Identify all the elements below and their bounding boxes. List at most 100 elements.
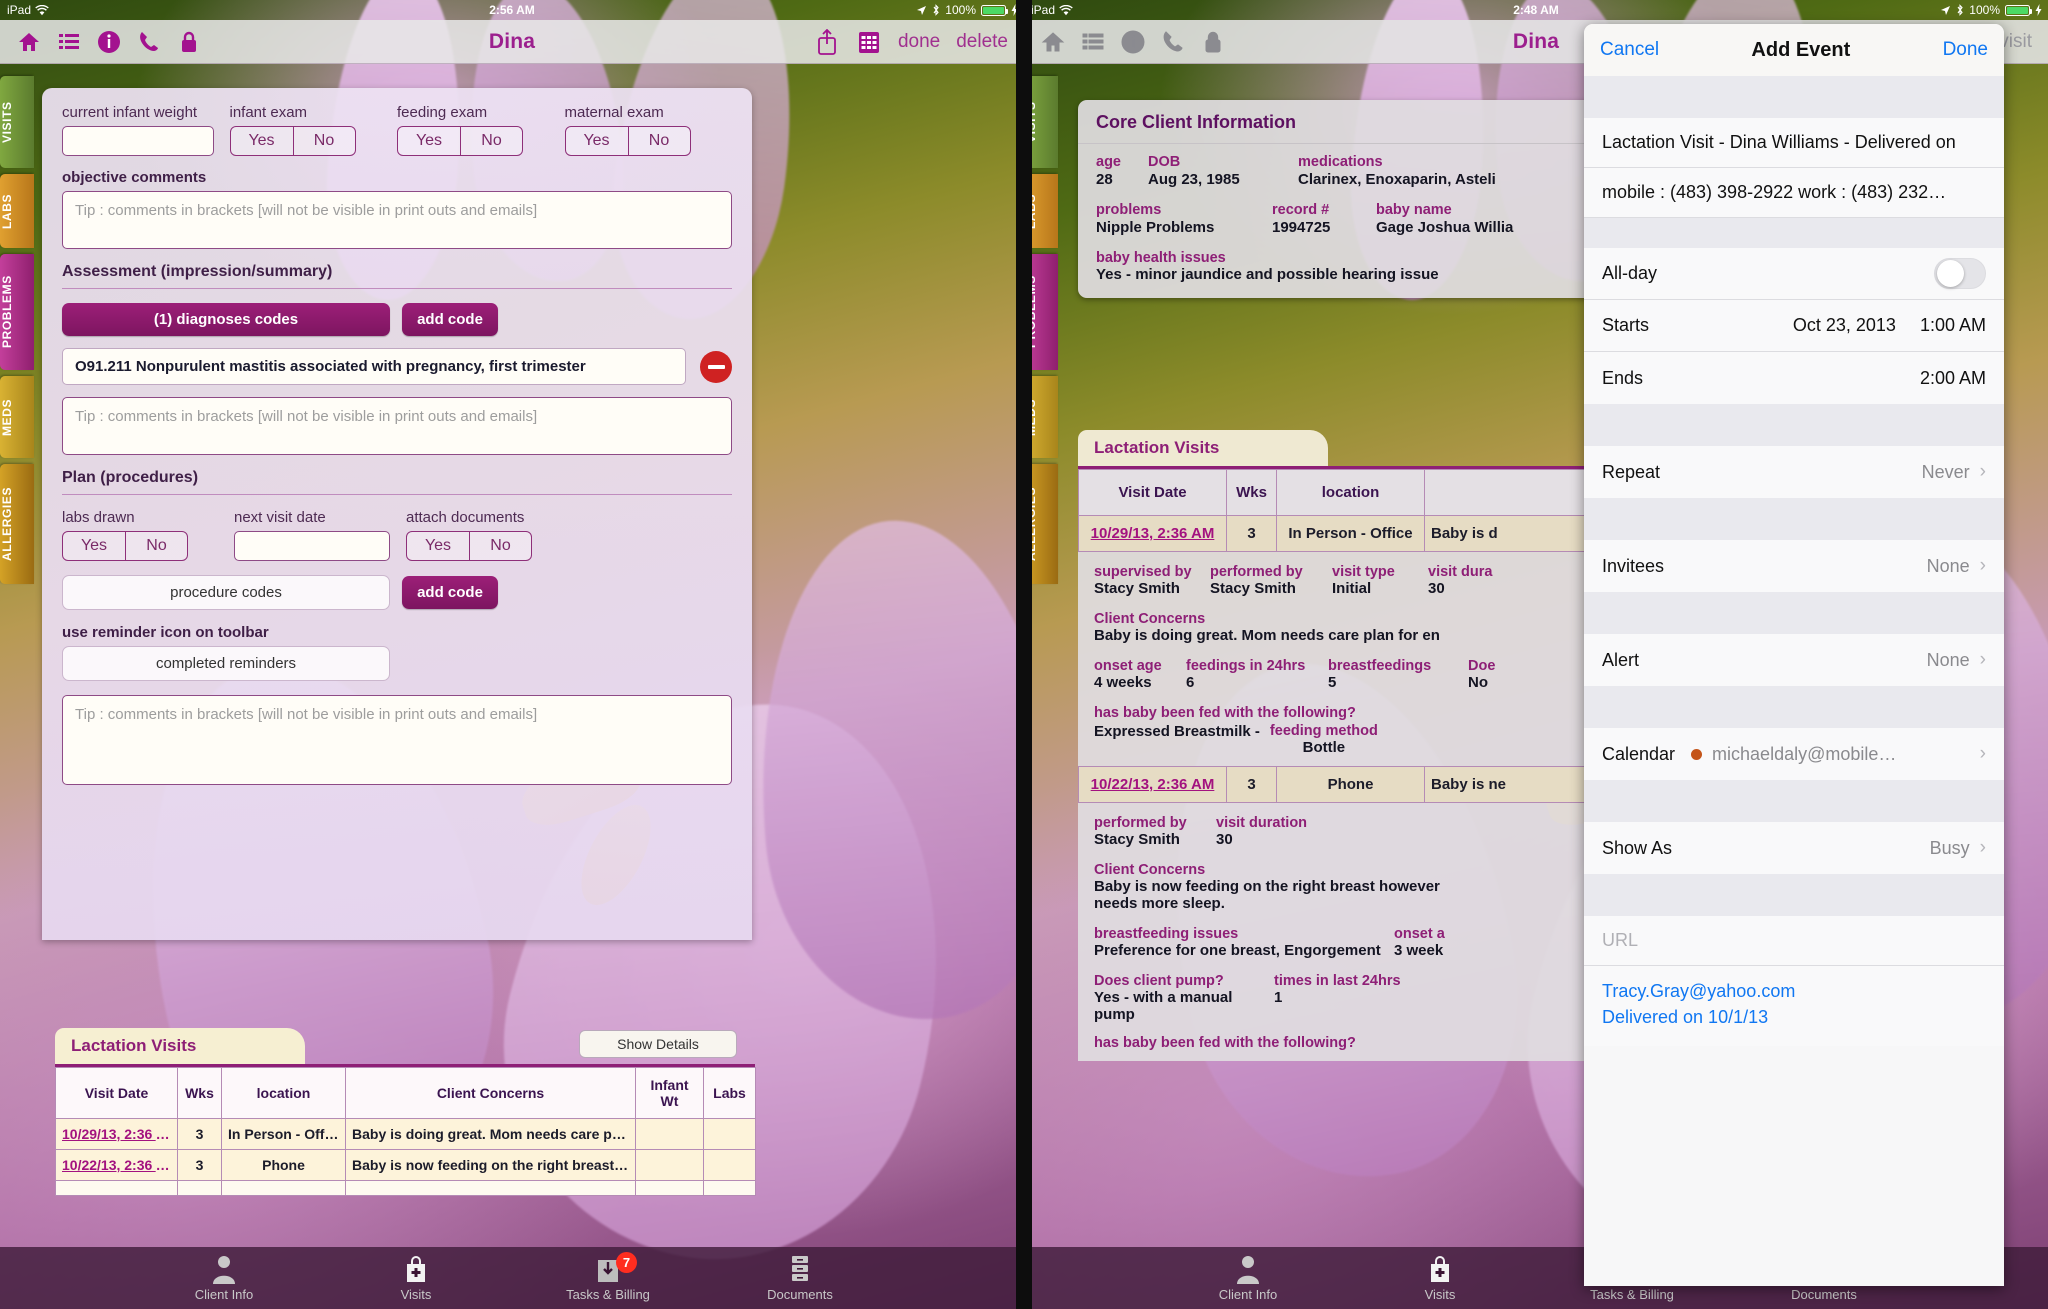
all-day-toggle[interactable] bbox=[1934, 258, 1986, 289]
maternal-exam-toggle[interactable]: Yes No bbox=[564, 126, 691, 156]
visit-date-link[interactable]: 10/29/13, 2:36 AM bbox=[55, 1118, 178, 1150]
notes-field[interactable]: Tracy.Gray@yahoo.com Delivered on 10/1/1… bbox=[1584, 966, 2004, 1046]
infant-exam-no[interactable]: No bbox=[292, 127, 355, 155]
status-bar: iPad 2:48 AM 100% bbox=[1024, 0, 2048, 20]
diagnosis-code-value[interactable]: O91.211 Nonpurulent mastitis associated … bbox=[62, 348, 686, 385]
tab-client-info[interactable]: Client Info bbox=[1188, 1254, 1308, 1302]
ends-row[interactable]: Ends 2:00 AM bbox=[1584, 352, 2004, 404]
labs-drawn-toggle[interactable]: Yes No bbox=[62, 531, 188, 561]
all-day-row[interactable]: All-day bbox=[1584, 248, 2004, 300]
infant-exam-yes[interactable]: Yes bbox=[231, 127, 293, 155]
maternal-exam-no[interactable]: No bbox=[627, 127, 690, 155]
lock-icon[interactable] bbox=[176, 29, 202, 55]
list-icon[interactable] bbox=[1080, 29, 1106, 55]
calendar-row[interactable]: Calendar michaeldaly@mobile… › bbox=[1584, 728, 2004, 780]
home-icon[interactable] bbox=[1040, 29, 1066, 55]
show-details-button[interactable]: Show Details bbox=[579, 1030, 737, 1058]
starts-row[interactable]: Starts Oct 23, 2013 1:00 AM bbox=[1584, 300, 2004, 352]
feeding-exam-yes[interactable]: Yes bbox=[398, 127, 460, 155]
age-label: age bbox=[1096, 154, 1121, 170]
sidetab-visits[interactable]: VISITS bbox=[0, 76, 34, 168]
feeding-exam-no[interactable]: No bbox=[460, 127, 522, 155]
attach-documents-toggle[interactable]: Yes No bbox=[406, 531, 532, 561]
attach-documents-no[interactable]: No bbox=[469, 532, 531, 560]
tab-visits[interactable]: Visits bbox=[1380, 1254, 1500, 1302]
notes-line-2: Delivered on 10/1/13 bbox=[1602, 1007, 1769, 1027]
onset-age-label: onset age bbox=[1094, 658, 1162, 674]
assessment-comments-input[interactable]: Tip : comments in brackets [will not be … bbox=[62, 397, 732, 455]
phone-icon[interactable] bbox=[136, 29, 162, 55]
info-icon[interactable] bbox=[96, 29, 122, 55]
event-location-field[interactable]: mobile : (483) 398-2922 work : (483) 232… bbox=[1584, 168, 2004, 218]
cancel-button[interactable]: Cancel bbox=[1600, 39, 1659, 61]
procedure-codes-button[interactable]: procedure codes bbox=[62, 575, 390, 610]
nav-clipped-label[interactable]: visit bbox=[1999, 31, 2032, 53]
calendar-icon[interactable] bbox=[856, 29, 882, 55]
repeat-row[interactable]: Repeat Never › bbox=[1584, 446, 2004, 498]
bag-cross-icon bbox=[1380, 1254, 1500, 1284]
alert-row[interactable]: Alert None › bbox=[1584, 634, 2004, 686]
feeding-exam-label: feeding exam bbox=[397, 104, 488, 121]
sidetab-meds[interactable]: MEDS bbox=[0, 376, 34, 458]
col-infant-wt: Infant Wt bbox=[635, 1067, 704, 1119]
chevron-right-icon: › bbox=[1979, 743, 1986, 764]
maternal-exam-yes[interactable]: Yes bbox=[566, 127, 628, 155]
supervised-by-label: supervised by bbox=[1094, 564, 1192, 580]
labs-drawn-yes[interactable]: Yes bbox=[63, 532, 125, 560]
tab-client-info[interactable]: Client Info bbox=[164, 1254, 284, 1302]
done-button[interactable]: done bbox=[898, 31, 940, 53]
url-field[interactable]: URL bbox=[1584, 916, 2004, 966]
add-diagnosis-code-button[interactable]: add code bbox=[402, 303, 498, 336]
modal-filler bbox=[1584, 1046, 2004, 1286]
lock-icon[interactable] bbox=[1200, 29, 1226, 55]
visit-wks: 3 bbox=[177, 1118, 222, 1150]
table-row[interactable]: 10/22/13, 2:36 AM 3 Phone Baby is ne bbox=[1078, 766, 1638, 803]
baby-health-value: Yes - minor jaundice and possible hearin… bbox=[1096, 266, 1439, 283]
table-row[interactable]: 10/22/13, 2:36 AM 3 Phone Baby is now fe… bbox=[55, 1149, 756, 1181]
labs-drawn-no[interactable]: No bbox=[125, 532, 187, 560]
tab-tasks-billing[interactable]: 7 Tasks & Billing bbox=[548, 1252, 668, 1302]
invitees-row[interactable]: Invitees None › bbox=[1584, 540, 2004, 592]
delete-button[interactable]: delete bbox=[956, 31, 1008, 53]
visit-date-link[interactable]: 10/22/13, 2:36 AM bbox=[55, 1149, 178, 1181]
remove-minus-icon[interactable] bbox=[700, 350, 732, 383]
next-visit-date-input[interactable] bbox=[234, 531, 390, 561]
share-icon[interactable] bbox=[814, 28, 840, 55]
show-as-row[interactable]: Show As Busy › bbox=[1584, 822, 2004, 874]
done-button[interactable]: Done bbox=[1943, 39, 1988, 61]
col-wks: Wks bbox=[1226, 469, 1277, 516]
visit-location: Phone bbox=[1276, 766, 1425, 803]
event-title-field[interactable]: Lactation Visit - Dina Williams - Delive… bbox=[1584, 118, 2004, 168]
plan-comments-input[interactable]: Tip : comments in brackets [will not be … bbox=[62, 695, 732, 785]
assessment-section-title: Assessment (impression/summary) bbox=[62, 263, 333, 280]
objective-comments-input[interactable]: Tip : comments in brackets [will not be … bbox=[62, 191, 732, 249]
home-icon[interactable] bbox=[16, 29, 42, 55]
performed-by-label: performed by bbox=[1210, 564, 1303, 580]
col-location: location bbox=[1276, 469, 1425, 516]
core-client-info-card: Core Client Information age DOB medicati… bbox=[1078, 100, 1638, 298]
sidetab-labs[interactable]: LABS bbox=[0, 174, 34, 248]
feeding-exam-toggle[interactable]: Yes No bbox=[397, 126, 523, 156]
infant-exam-toggle[interactable]: Yes No bbox=[229, 126, 356, 156]
infant-weight-input[interactable] bbox=[62, 126, 214, 156]
visit-type-label: visit type bbox=[1332, 564, 1395, 580]
table-row[interactable]: 10/29/13, 2:36 AM 3 In Person - Office B… bbox=[1078, 515, 1638, 552]
add-procedure-code-button[interactable]: add code bbox=[402, 576, 498, 609]
attach-documents-yes[interactable]: Yes bbox=[407, 532, 469, 560]
visit-date-link[interactable]: 10/29/13, 2:36 AM bbox=[1078, 515, 1227, 552]
completed-reminders-button[interactable]: completed reminders bbox=[62, 646, 390, 681]
infant-weight-label: current infant weight bbox=[62, 104, 198, 121]
phone-icon[interactable] bbox=[1160, 29, 1186, 55]
chevron-right-icon: › bbox=[1979, 555, 1986, 576]
modal-spacer bbox=[1584, 592, 2004, 634]
info-icon[interactable] bbox=[1120, 29, 1146, 55]
inbox-arrow-icon bbox=[548, 1254, 668, 1284]
visit-date-link[interactable]: 10/22/13, 2:36 AM bbox=[1078, 766, 1227, 803]
sidetab-allergies[interactable]: ALLERGIES bbox=[0, 464, 34, 584]
diagnoses-codes-button[interactable]: (1) diagnoses codes bbox=[62, 303, 390, 336]
sidetab-problems[interactable]: PROBLEMS bbox=[0, 254, 34, 370]
tab-visits[interactable]: Visits bbox=[356, 1254, 476, 1302]
tab-documents[interactable]: Documents bbox=[740, 1254, 860, 1302]
table-row[interactable]: 10/29/13, 2:36 AM 3 In Person - Office B… bbox=[55, 1118, 756, 1150]
list-icon[interactable] bbox=[56, 29, 82, 55]
